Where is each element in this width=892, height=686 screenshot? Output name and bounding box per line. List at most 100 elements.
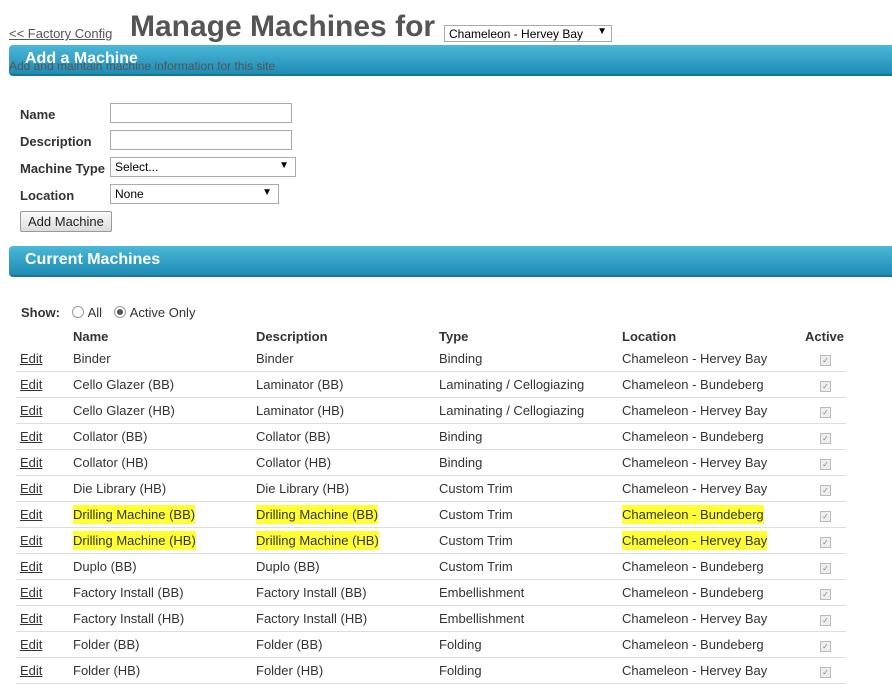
radio-all-label[interactable]: All — [88, 305, 102, 320]
radio-all[interactable] — [71, 306, 84, 318]
table-row: Edit Cello Glazer (HB) Laminator (HB) Lamin… — [16, 397, 846, 424]
description-input[interactable] — [110, 130, 292, 150]
edit-link[interactable]: Edit — [20, 507, 42, 522]
cell-description: Laminator (BB) — [256, 371, 439, 398]
cell-active: ✓ — [805, 501, 846, 528]
cell-description: Duplo (BB) — [256, 553, 439, 580]
cell-location: Chameleon - Hervey Bay — [622, 605, 805, 632]
chevron-down-icon: ▼ — [262, 187, 272, 198]
active-checkbox: ✓ — [820, 485, 831, 496]
cell-description: Collator (BB) — [256, 423, 439, 450]
radio-active-only[interactable] — [113, 306, 126, 318]
cell-type-text: Laminating / Cellogiazing — [439, 403, 585, 418]
cell-name-text: Collator (HB) — [73, 455, 149, 470]
cell-location-text: Chameleon - Bundeberg — [622, 505, 764, 524]
edit-link[interactable]: Edit — [20, 455, 42, 470]
table-header-row: Name Description Type Location Active — [16, 326, 846, 346]
back-to-factory-config-link[interactable]: << Factory Config — [9, 26, 112, 41]
edit-link[interactable]: Edit — [20, 429, 42, 444]
edit-link[interactable]: Edit — [20, 585, 42, 600]
table-row: Edit Factory Install (HB) Factory Install … — [16, 605, 846, 632]
cell-location-text: Chameleon - Hervey Bay — [622, 351, 768, 366]
cell-location-text: Chameleon - Hervey Bay — [622, 455, 768, 470]
edit-link[interactable]: Edit — [20, 533, 42, 548]
machine-type-value: Select... — [115, 160, 159, 174]
cell-active: ✓ — [805, 423, 846, 450]
cell-location: Chameleon - Bundeberg — [622, 553, 805, 580]
radio-active-only-label[interactable]: Active Only — [130, 305, 196, 320]
edit-cell: Edit — [16, 527, 73, 554]
table-row: Edit Factory Install (BB) Factory Install … — [16, 579, 846, 606]
column-header-name: Name — [73, 328, 109, 344]
show-label: Show: — [21, 305, 60, 320]
cell-name-text: Drilling Machine (HB) — [73, 531, 196, 550]
cell-location: Chameleon - Bundeberg — [622, 371, 805, 398]
cell-name: Factory Install (BB) — [73, 579, 256, 606]
cell-location: Chameleon - Hervey Bay — [622, 657, 805, 684]
cell-location-text: Chameleon - Bundeberg — [622, 429, 764, 444]
cell-description-text: Laminator (HB) — [256, 403, 345, 418]
edit-link[interactable]: Edit — [20, 403, 42, 418]
cell-description: Collator (HB) — [256, 449, 439, 476]
table-row: Edit Folder (BB) Folder (BB) Folding Chamele… — [16, 631, 846, 658]
cell-location: Chameleon - Hervey Bay — [622, 346, 805, 372]
cell-description: Folder (HB) — [256, 657, 439, 684]
chevron-down-icon: ▼ — [279, 160, 289, 171]
edit-link[interactable]: Edit — [20, 481, 42, 496]
cell-type: Custom Trim — [439, 501, 622, 528]
cell-description-text: Drilling Machine (HB) — [256, 531, 379, 550]
edit-link[interactable]: Edit — [20, 611, 42, 626]
cell-name-text: Folder (BB) — [73, 637, 140, 652]
cell-location: Chameleon - Hervey Bay — [622, 449, 805, 476]
cell-location: Chameleon - Hervey Bay — [622, 397, 805, 424]
cell-type-text: Custom Trim — [439, 533, 513, 548]
add-machine-button[interactable]: Add Machine — [20, 211, 112, 232]
cell-name-text: Cello Glazer (BB) — [73, 377, 175, 392]
cell-location: Chameleon - Bundeberg — [622, 501, 805, 528]
cell-name-text: Cello Glazer (HB) — [73, 403, 175, 418]
cell-description-text: Collator (HB) — [256, 455, 332, 470]
cell-type: Binding — [439, 423, 622, 450]
site-select[interactable]: Chameleon - Hervey Bay ▼ — [444, 25, 612, 42]
edit-link[interactable]: Edit — [20, 663, 42, 678]
name-input[interactable] — [110, 103, 292, 123]
edit-link[interactable]: Edit — [20, 559, 42, 574]
active-checkbox: ✓ — [820, 641, 831, 652]
cell-location: Chameleon - Bundeberg — [622, 631, 805, 658]
location-select[interactable]: None ▼ — [110, 184, 279, 204]
cell-description: Drilling Machine (HB) — [256, 527, 439, 554]
edit-link[interactable]: Edit — [20, 637, 42, 652]
machine-type-select[interactable]: Select... ▼ — [110, 157, 296, 177]
location-value: None — [115, 187, 144, 201]
cell-description: Die Library (HB) — [256, 475, 439, 502]
cell-location-text: Chameleon - Hervey Bay — [622, 481, 768, 496]
cell-description-text: Drilling Machine (BB) — [256, 505, 379, 524]
cell-description-text: Factory Install (BB) — [256, 585, 367, 600]
cell-name: Collator (HB) — [73, 449, 256, 476]
edit-link[interactable]: Edit — [20, 377, 42, 392]
cell-name: Binder — [73, 346, 256, 372]
cell-type: Laminating / Cellogiazing — [439, 371, 622, 398]
cell-active: ✓ — [805, 605, 846, 632]
cell-type: Folding — [439, 657, 622, 684]
edit-link[interactable]: Edit — [20, 351, 42, 366]
cell-type-text: Binding — [439, 351, 483, 366]
add-machine-subtitle: Add and maintain machine information for… — [9, 59, 276, 73]
cell-type: Custom Trim — [439, 475, 622, 502]
edit-cell: Edit — [16, 631, 73, 658]
cell-type-text: Custom Trim — [439, 507, 513, 522]
edit-cell: Edit — [16, 371, 73, 398]
chevron-down-icon: ▼ — [597, 26, 607, 37]
cell-description-text: Folder (HB) — [256, 663, 324, 678]
cell-type-text: Custom Trim — [439, 481, 513, 496]
table-row: Edit Drilling Machine (HB) Drilling Machin… — [16, 527, 846, 554]
cell-name: Folder (HB) — [73, 657, 256, 684]
current-machines-title: Current Machines — [25, 251, 161, 268]
active-checkbox: ✓ — [820, 589, 831, 600]
edit-cell: Edit — [16, 579, 73, 606]
cell-description-text: Factory Install (HB) — [256, 611, 368, 626]
cell-type: Embellishment — [439, 579, 622, 606]
column-header-edit — [16, 326, 73, 346]
cell-active: ✓ — [805, 579, 846, 606]
cell-location: Chameleon - Hervey Bay — [622, 475, 805, 502]
